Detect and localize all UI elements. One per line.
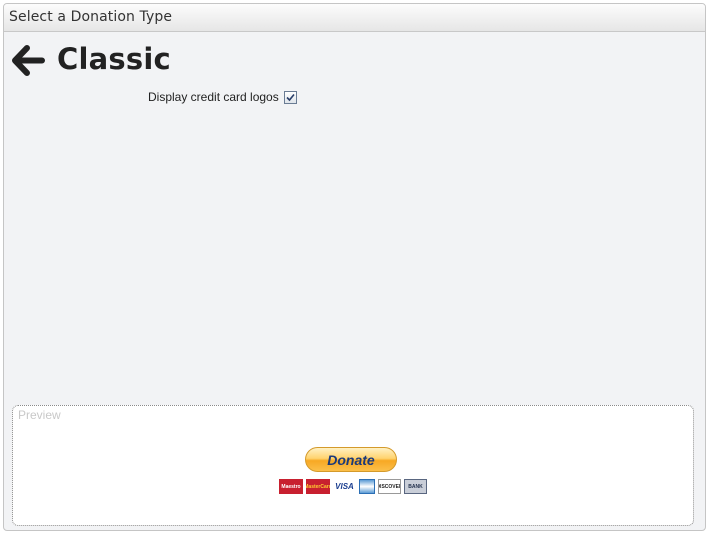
dialog-title: Select a Donation Type — [9, 9, 173, 25]
discover-logo: DISCOVER — [378, 479, 401, 494]
maestro-logo: Maestro — [279, 479, 303, 494]
mastercard-logo: MasterCard — [306, 479, 330, 494]
donate-button-label: Donate — [327, 451, 375, 468]
visa-logo: VISA — [333, 479, 356, 494]
display-card-logos-label: Display credit card logos — [148, 90, 279, 104]
preview-label: Preview — [18, 408, 61, 422]
preview-panel: Preview Donate Maestro MasterCard VISA D… — [12, 405, 694, 526]
checkmark-icon — [286, 93, 295, 101]
credit-card-logos: Maestro MasterCard VISA DISCOVER BANK — [279, 479, 427, 494]
amex-logo — [359, 479, 375, 494]
display-card-logos-checkbox[interactable] — [283, 90, 297, 104]
page-title: Classic — [57, 42, 171, 76]
arrow-left-icon[interactable] — [10, 43, 46, 79]
bank-logo: BANK — [404, 479, 427, 494]
donate-button[interactable]: Donate — [305, 447, 397, 472]
donation-type-dialog: Select a Donation Type Classic Display c… — [3, 3, 706, 531]
dialog-titlebar: Select a Donation Type — [4, 4, 705, 32]
display-card-logos-option: Display credit card logos — [148, 89, 297, 105]
